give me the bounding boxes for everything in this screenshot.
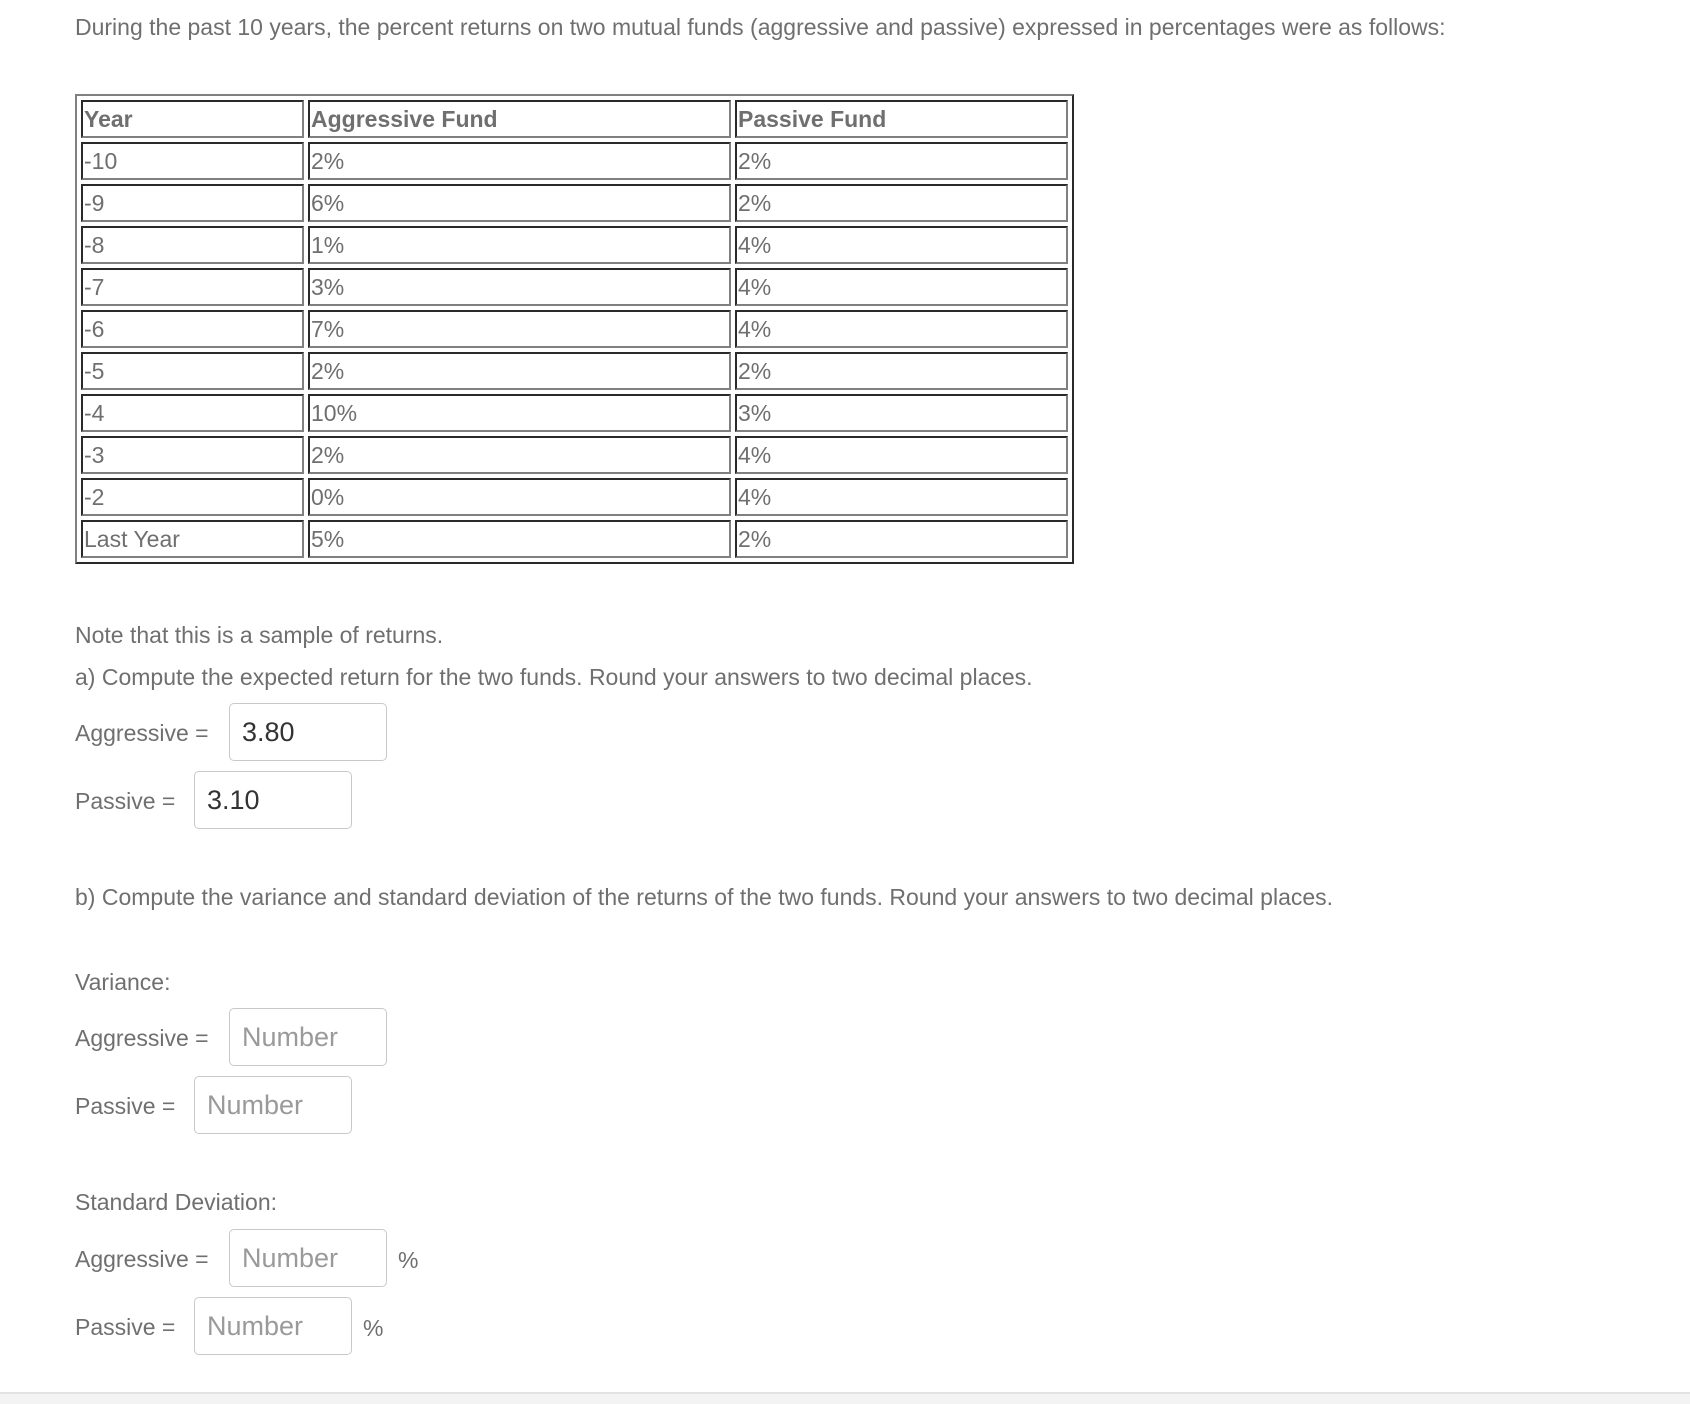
header-passive-fund: Passive Fund [735,100,1068,138]
table-row: -2 0% 4% [81,478,1068,516]
cell-year: -3 [81,436,304,474]
variance-heading: Variance: [75,969,171,995]
std-dev-aggressive-unit: % [398,1247,419,1273]
std-dev-heading: Standard Deviation: [75,1189,278,1215]
cell-aggressive-return: 2% [308,352,731,390]
std-dev-aggressive-input[interactable] [229,1229,387,1287]
cell-passive-return: 4% [735,436,1068,474]
variance-aggressive-input[interactable] [229,1008,387,1066]
variance-passive-label: Passive = [75,1093,176,1119]
returns-table: Year Aggressive Fund Passive Fund -10 2% 2… [75,94,1074,564]
cell-year: -6 [81,310,304,348]
cell-aggressive-return: 10% [308,394,731,432]
header-aggressive-fund: Aggressive Fund [308,100,731,138]
cell-year: -5 [81,352,304,390]
table-row: -8 1% 4% [81,226,1068,264]
variance-passive-input[interactable] [194,1076,352,1134]
cell-aggressive-return: 3% [308,268,731,306]
expected-return-passive-input[interactable] [194,771,352,829]
cell-aggressive-return: 1% [308,226,731,264]
cell-aggressive-return: 0% [308,478,731,516]
part-b-question: b) Compute the variance and standard dev… [75,884,1334,910]
variance-aggressive-label: Aggressive = [75,1025,209,1051]
std-dev-aggressive-label: Aggressive = [75,1246,209,1272]
std-dev-passive-label: Passive = [75,1314,176,1340]
cell-year: Last Year [81,520,304,558]
cell-passive-return: 4% [735,478,1068,516]
cell-year: -8 [81,226,304,264]
table-row: -9 6% 2% [81,184,1068,222]
cell-passive-return: 2% [735,142,1068,180]
table-row: -3 2% 4% [81,436,1068,474]
std-dev-passive-input[interactable] [194,1297,352,1355]
cell-passive-return: 4% [735,226,1068,264]
intro-text: During the past 10 years, the percent re… [75,14,1446,40]
cell-year: -9 [81,184,304,222]
note-text: Note that this is a sample of returns. [75,622,444,648]
table-row: -6 7% 4% [81,310,1068,348]
cell-passive-return: 4% [735,310,1068,348]
cell-aggressive-return: 2% [308,142,731,180]
cell-aggressive-return: 6% [308,184,731,222]
bottom-bar [0,1392,1690,1404]
expected-passive-label: Passive = [75,788,176,814]
table-header-row: Year Aggressive Fund Passive Fund [81,100,1068,138]
cell-aggressive-return: 2% [308,436,731,474]
std-dev-passive-unit: % [363,1315,384,1341]
cell-passive-return: 4% [735,268,1068,306]
expected-return-aggressive-input[interactable] [229,703,387,761]
cell-passive-return: 3% [735,394,1068,432]
cell-passive-return: 2% [735,520,1068,558]
cell-passive-return: 2% [735,352,1068,390]
part-a-question: a) Compute the expected return for the t… [75,664,1033,690]
cell-year: -10 [81,142,304,180]
cell-year: -7 [81,268,304,306]
table-row: -10 2% 2% [81,142,1068,180]
cell-year: -2 [81,478,304,516]
cell-aggressive-return: 7% [308,310,731,348]
table-row: Last Year 5% 2% [81,520,1068,558]
cell-aggressive-return: 5% [308,520,731,558]
header-year: Year [81,100,304,138]
table-row: -7 3% 4% [81,268,1068,306]
expected-aggressive-label: Aggressive = [75,720,209,746]
table-row: -5 2% 2% [81,352,1068,390]
cell-year: -4 [81,394,304,432]
table-row: -4 10% 3% [81,394,1068,432]
cell-passive-return: 2% [735,184,1068,222]
